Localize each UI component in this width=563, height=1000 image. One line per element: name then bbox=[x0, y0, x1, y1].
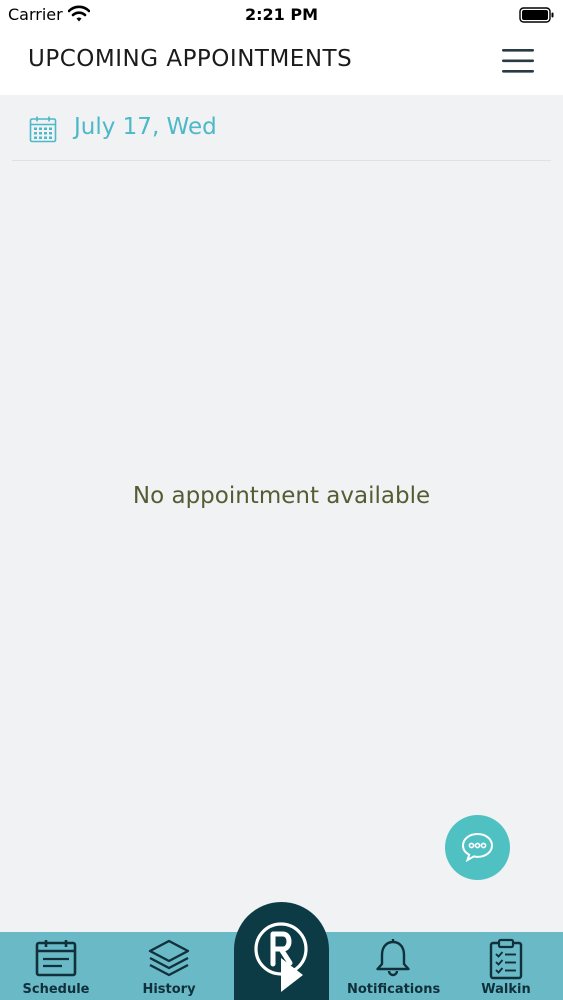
status-time: 2:21 PM bbox=[244, 5, 318, 24]
tab-label: History bbox=[142, 982, 196, 997]
chat-bubble-icon bbox=[461, 832, 494, 862]
tab-label: Walkin bbox=[481, 982, 531, 997]
hamburger-menu-icon bbox=[502, 49, 534, 73]
logo-r-arrow-icon bbox=[254, 922, 308, 992]
battery-icon bbox=[519, 7, 554, 23]
status-bar: Carrier 2:21 PM bbox=[0, 0, 563, 30]
menu-button[interactable] bbox=[500, 46, 536, 76]
clipboard-checklist-icon bbox=[489, 938, 523, 980]
chat-button[interactable] bbox=[445, 815, 510, 880]
tab-home-logo[interactable] bbox=[234, 902, 329, 1000]
tab-walkin[interactable]: Walkin bbox=[462, 932, 550, 1000]
tab-label: Notifications bbox=[347, 982, 441, 997]
tab-label: Schedule bbox=[22, 982, 90, 997]
empty-state-message: No appointment available bbox=[132, 483, 431, 509]
date-selector[interactable]: July 17, Wed bbox=[12, 95, 551, 161]
bell-icon bbox=[376, 939, 410, 977]
page-title: UPCOMING APPOINTMENTS bbox=[28, 46, 353, 72]
layers-icon bbox=[148, 939, 190, 977]
selected-date[interactable]: July 17, Wed bbox=[74, 114, 217, 140]
tab-history[interactable]: History bbox=[123, 932, 215, 1000]
tab-notifications[interactable]: Notifications bbox=[347, 932, 441, 1000]
calendar-icon bbox=[35, 940, 77, 977]
app-header: UPCOMING APPOINTMENTS bbox=[0, 30, 563, 95]
calendar-icon bbox=[29, 116, 57, 143]
tab-schedule[interactable]: Schedule bbox=[10, 932, 102, 1000]
